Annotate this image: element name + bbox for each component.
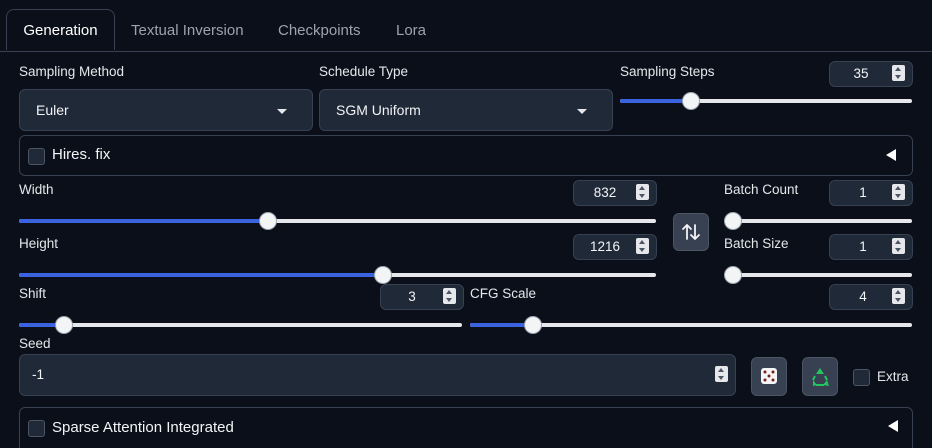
height-slider[interactable] — [19, 266, 656, 284]
slider-thumb[interactable] — [374, 266, 393, 284]
chevron-down-icon — [577, 109, 587, 114]
reuse-seed-button[interactable] — [802, 357, 838, 396]
shift-value: 3 — [408, 289, 416, 304]
seed-label: Seed — [19, 336, 51, 351]
stepper-icon[interactable] — [892, 184, 905, 200]
random-seed-button[interactable] — [751, 357, 787, 396]
cfg-scale-slider[interactable] — [470, 316, 912, 334]
batch-size-label: Batch Size — [724, 236, 789, 251]
batch-size-input[interactable]: 1 — [829, 234, 913, 260]
collapse-triangle-icon[interactable] — [888, 420, 898, 432]
hires-fix-label: Hires. fix — [52, 146, 111, 163]
batch-size-slider[interactable] — [724, 266, 912, 284]
tab-checkpoints[interactable]: Checkpoints — [278, 12, 361, 50]
stepper-icon[interactable] — [892, 238, 905, 254]
slider-thumb[interactable] — [724, 266, 742, 284]
sparse-attention-label: Sparse Attention Integrated — [52, 419, 234, 436]
sampling-steps-label: Sampling Steps — [620, 64, 715, 79]
stepper-icon[interactable] — [892, 288, 905, 304]
hires-fix-checkbox[interactable] — [28, 148, 45, 165]
hires-fix-accordion[interactable]: Hires. fix — [19, 135, 913, 176]
batch-count-value: 1 — [859, 185, 867, 200]
slider-thumb[interactable] — [724, 212, 742, 230]
slider-thumb[interactable] — [682, 92, 701, 110]
schedule-type-label: Schedule Type — [319, 64, 409, 79]
cfg-scale-input[interactable]: 4 — [829, 284, 913, 310]
extra-label: Extra — [877, 369, 909, 384]
height-input[interactable]: 1216 — [573, 234, 657, 260]
seed-value: -1 — [32, 367, 45, 382]
sampling-steps-value: 35 — [853, 66, 869, 81]
width-slider[interactable] — [19, 212, 656, 230]
tab-generation[interactable]: Generation — [6, 9, 115, 50]
schedule-type-value: SGM Uniform — [336, 102, 421, 118]
batch-count-slider[interactable] — [724, 212, 912, 230]
sampling-steps-slider[interactable] — [620, 92, 912, 110]
cfg-scale-value: 4 — [859, 289, 867, 304]
sparse-attention-checkbox[interactable] — [28, 420, 45, 437]
tab-textual-inversion[interactable]: Textual Inversion — [131, 12, 244, 50]
cfg-scale-label: CFG Scale — [470, 286, 537, 301]
dice-icon — [761, 368, 777, 384]
stepper-icon[interactable] — [892, 65, 905, 81]
sampling-method-dropdown[interactable]: Euler — [19, 89, 313, 131]
collapse-triangle-icon[interactable] — [886, 149, 896, 161]
sampling-method-label: Sampling Method — [19, 64, 125, 79]
swap-vertical-arrows-icon — [682, 224, 700, 240]
batch-count-label: Batch Count — [724, 182, 799, 197]
sparse-attention-accordion[interactable]: Sparse Attention Integrated — [19, 407, 913, 448]
batch-size-value: 1 — [859, 239, 867, 254]
shift-slider[interactable] — [19, 316, 462, 334]
width-input[interactable]: 832 — [573, 180, 657, 206]
recycle-icon — [812, 368, 829, 386]
extra-checkbox[interactable] — [853, 369, 870, 386]
shift-input[interactable]: 3 — [380, 284, 464, 310]
stepper-icon[interactable] — [443, 288, 456, 304]
width-value: 832 — [593, 185, 617, 200]
height-label: Height — [19, 236, 59, 251]
swap-dimensions-button[interactable] — [673, 213, 709, 251]
stepper-icon[interactable] — [715, 366, 728, 382]
slider-thumb[interactable] — [259, 212, 278, 230]
shift-label: Shift — [19, 286, 47, 301]
tab-lora[interactable]: Lora — [396, 12, 426, 50]
width-label: Width — [19, 182, 54, 197]
slider-thumb[interactable] — [523, 316, 542, 334]
sampling-method-value: Euler — [36, 102, 69, 118]
slider-thumb[interactable] — [55, 316, 74, 334]
height-value: 1216 — [589, 239, 621, 254]
stepper-icon[interactable] — [636, 184, 649, 200]
chevron-down-icon — [277, 109, 287, 114]
schedule-type-dropdown[interactable]: SGM Uniform — [319, 89, 613, 131]
batch-count-input[interactable]: 1 — [829, 180, 913, 206]
seed-input[interactable]: -1 — [19, 354, 736, 396]
sampling-steps-input[interactable]: 35 — [829, 61, 913, 87]
stepper-icon[interactable] — [636, 238, 649, 254]
tab-bar: Generation Textual Inversion Checkpoints… — [0, 0, 932, 52]
